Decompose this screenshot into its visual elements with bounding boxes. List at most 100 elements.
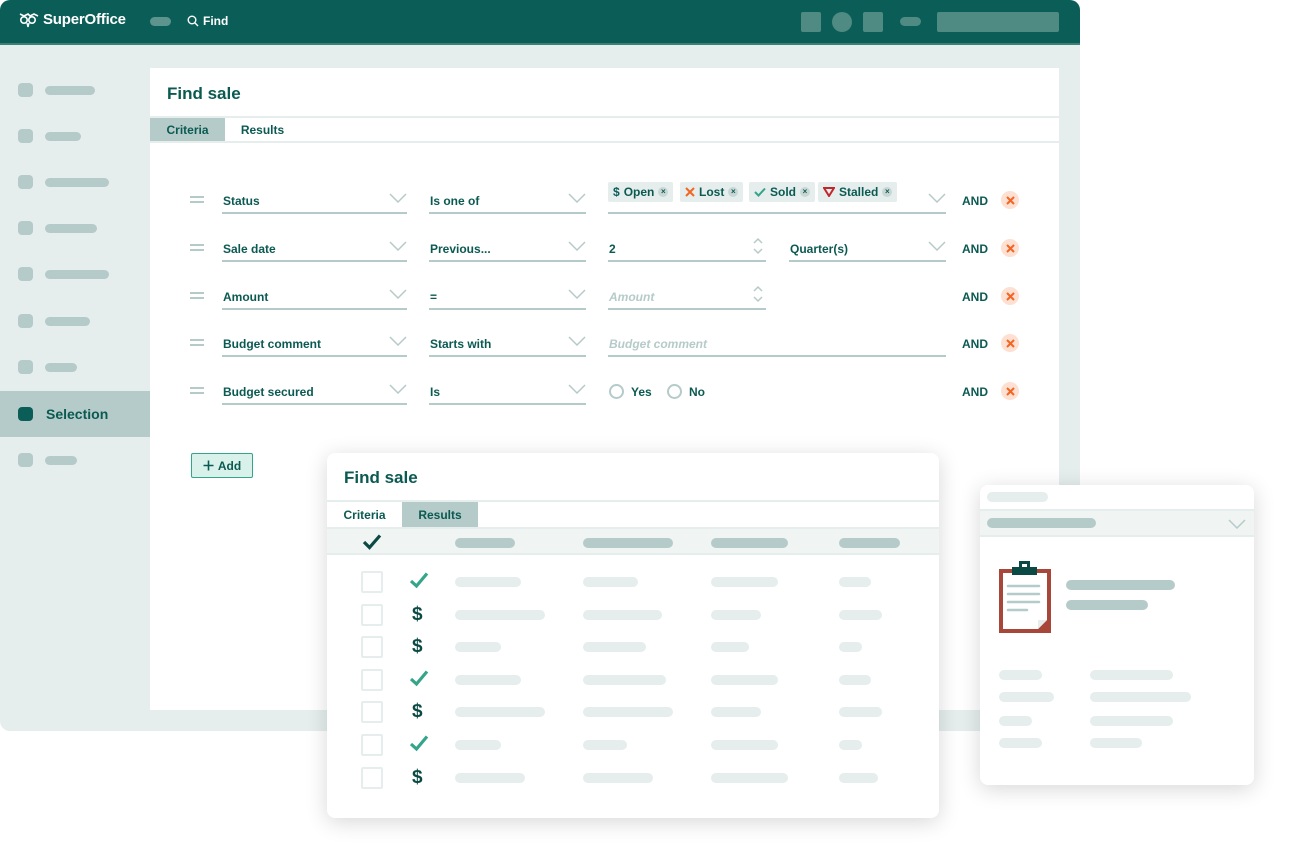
chip-stalled[interactable]: Stalled × [818, 182, 898, 202]
chip-sold[interactable]: Sold × [749, 182, 815, 202]
sold-check-icon [409, 669, 429, 692]
chip-lost[interactable]: Lost × [680, 182, 744, 202]
radio-yes[interactable]: Yes [609, 384, 652, 399]
table-row[interactable] [327, 664, 939, 696]
column-header-placeholder[interactable] [455, 538, 515, 548]
amount-input[interactable]: Amount [608, 282, 766, 310]
cell-placeholder [839, 772, 878, 783]
row-checkbox[interactable] [361, 636, 383, 659]
sidebar-item[interactable] [0, 205, 150, 251]
toolbar-pill-icon[interactable] [900, 17, 921, 26]
chevron-down-icon [389, 336, 407, 346]
tab-results[interactable]: Results [225, 118, 300, 141]
field-select[interactable]: Budget secured [222, 377, 407, 405]
remove-chip-icon[interactable]: × [800, 187, 810, 197]
remove-chip-icon[interactable]: × [728, 187, 739, 197]
drag-handle-icon[interactable] [190, 339, 204, 346]
column-header-placeholder[interactable] [583, 538, 673, 548]
row-checkbox[interactable] [361, 603, 383, 626]
field-select[interactable]: Amount [222, 282, 407, 310]
sidebar-item[interactable] [0, 67, 150, 113]
cell-placeholder [455, 642, 501, 653]
row-checkbox[interactable] [361, 701, 383, 724]
field-select[interactable]: Status [222, 186, 407, 214]
sidebar-item[interactable] [0, 344, 150, 390]
radio-no[interactable]: No [667, 384, 705, 399]
criteria-row-budget-comment: Budget comment Starts with Budget commen… [150, 329, 1059, 359]
row-checkbox[interactable] [361, 668, 383, 691]
row-checkbox[interactable] [361, 766, 383, 789]
field-select[interactable]: Sale date [222, 234, 407, 262]
superoffice-logo[interactable]: SuperOffice [18, 11, 126, 28]
conjunction-label[interactable]: AND [962, 385, 988, 399]
spinner-icon[interactable] [752, 284, 764, 304]
remove-chip-icon[interactable]: × [658, 187, 669, 197]
sidebar-item[interactable] [0, 251, 150, 297]
sidebar-item-icon [18, 221, 33, 235]
operator-value: Previous... [430, 242, 491, 256]
cell-placeholder [839, 642, 862, 653]
table-row[interactable]: $ [327, 599, 939, 631]
chip-open[interactable]: $ Open × [608, 182, 674, 202]
toolbar-circle-icon[interactable] [832, 12, 852, 32]
spinner-icon[interactable] [752, 236, 764, 256]
row-checkbox[interactable] [361, 734, 383, 756]
remove-row-button[interactable] [1001, 334, 1019, 352]
find-button[interactable]: Find [187, 14, 228, 28]
operator-select[interactable]: Starts with [429, 329, 586, 357]
operator-value: Starts with [430, 337, 492, 351]
sidebar-item[interactable] [0, 113, 150, 159]
drag-handle-icon[interactable] [190, 387, 204, 394]
sidebar-item[interactable] [0, 437, 150, 483]
remove-row-button[interactable] [1001, 191, 1019, 209]
tab-criteria[interactable]: Criteria [327, 502, 402, 527]
cell-placeholder [583, 740, 627, 750]
unit-select[interactable]: Quarter(s) [789, 234, 946, 262]
field-select[interactable]: Budget comment [222, 329, 407, 357]
remove-row-button[interactable] [1001, 287, 1019, 305]
drag-handle-icon[interactable] [190, 244, 204, 251]
conjunction-label[interactable]: AND [962, 242, 988, 256]
global-search-input[interactable] [937, 12, 1059, 32]
column-header-placeholder[interactable] [711, 538, 788, 548]
toolbar-square-icon[interactable] [801, 12, 821, 32]
drag-handle-icon[interactable] [190, 196, 204, 203]
sidebar-item[interactable] [0, 298, 150, 344]
table-row[interactable] [327, 729, 939, 761]
amount-placeholder: Amount [609, 290, 655, 304]
drag-handle-icon[interactable] [190, 292, 204, 299]
operator-select[interactable]: Is one of [429, 186, 586, 214]
number-input[interactable]: 2 [608, 234, 766, 262]
table-row[interactable]: $ [327, 762, 939, 794]
toolbar-square-icon[interactable] [863, 12, 883, 32]
row-checkbox[interactable] [361, 571, 383, 593]
operator-select[interactable]: Is [429, 377, 586, 405]
open-dollar-icon: $ [412, 636, 423, 658]
remove-row-button[interactable] [1001, 239, 1019, 257]
operator-select[interactable]: = [429, 282, 586, 310]
operator-select[interactable]: Previous... [429, 234, 586, 262]
table-row[interactable] [327, 566, 939, 598]
table-row[interactable]: $ [327, 631, 939, 663]
tab-criteria[interactable]: Criteria [150, 118, 225, 141]
conjunction-label[interactable]: AND [962, 337, 988, 351]
remove-chip-icon[interactable]: × [882, 187, 893, 197]
chevron-down-icon [1228, 519, 1246, 529]
select-all-check-icon[interactable] [362, 533, 382, 550]
budget-comment-input[interactable]: Budget comment [608, 329, 946, 357]
conjunction-label[interactable]: AND [962, 194, 988, 208]
table-row[interactable]: $ [327, 696, 939, 728]
search-icon [187, 15, 199, 27]
add-criteria-button[interactable]: Add [191, 453, 253, 478]
detail-select[interactable] [980, 509, 1254, 537]
results-tab-bar: Criteria Results [327, 500, 939, 527]
menu-toggle-icon[interactable] [150, 17, 171, 26]
conjunction-label[interactable]: AND [962, 290, 988, 304]
sidebar-item[interactable] [0, 159, 150, 205]
sidebar-item-selection[interactable]: Selection [0, 391, 150, 437]
sidebar-item-label-placeholder [45, 362, 77, 372]
status-multiselect[interactable]: $ Open × Lost × Sold × Stalled × [608, 180, 946, 214]
tab-results[interactable]: Results [402, 502, 478, 527]
column-header-placeholder[interactable] [839, 538, 900, 548]
remove-row-button[interactable] [1001, 382, 1019, 400]
